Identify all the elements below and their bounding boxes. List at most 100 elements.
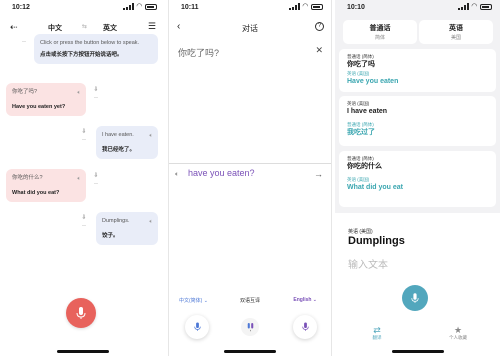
status-icons: ◠ — [457, 3, 492, 10]
conversation-panel-1: 10:12 ◠ ⇠ 中文 ⇆ 英文 ☰ Click or press the b… — [0, 0, 165, 356]
card-source-text: I have eaten — [347, 108, 388, 115]
message-original: I have eaten. — [102, 132, 134, 138]
language-a-button[interactable]: 普通话 简体 — [343, 20, 417, 44]
language-a-sub: 简体 — [374, 35, 385, 41]
arrow-right-icon[interactable]: → — [314, 169, 323, 179]
message-bubble: 你吃的什么? What did you eat? 🔈︎ — [6, 169, 86, 202]
source-area[interactable]: 你吃了吗? ✕ — [169, 40, 331, 164]
card-source-label: 英语 (美国) — [347, 101, 370, 106]
prompt-side-icons: ·· — [22, 39, 26, 45]
mic-button[interactable] — [402, 285, 428, 311]
source-language[interactable]: 中文 — [48, 23, 62, 33]
message-side-icons[interactable]: ⇩ ·· — [80, 128, 88, 144]
translate-icon: ⇄ — [373, 325, 381, 335]
target-language[interactable]: 英文 — [103, 23, 117, 33]
target-language-select[interactable]: English ⌄ — [293, 297, 317, 303]
card-source-label: 普通话 (简体) — [347, 54, 374, 59]
status-icons: ◠ — [288, 3, 323, 10]
message-bubble: Dumplings. 饺子。 🔈︎ — [96, 212, 158, 245]
signal-icon — [288, 3, 300, 10]
settings-icon[interactable]: ☰ — [148, 21, 156, 32]
home-indicator — [391, 350, 444, 353]
wifi-icon: ◠ — [471, 3, 477, 10]
message-side-icons[interactable]: ⇩ ·· — [80, 214, 88, 230]
battery-icon — [311, 3, 323, 10]
card-target-text: What did you eat — [347, 184, 403, 191]
speaker-icon[interactable]: 🔈︎ — [149, 132, 153, 140]
translation-card[interactable]: 普通话 (简体) 你吃的什么 英语 (美国) What did you eat — [339, 151, 496, 207]
tab-translate[interactable]: ⇄ 翻译 — [357, 325, 397, 341]
card-target-label: 英语 (美国) — [347, 71, 370, 76]
speaker-icon[interactable]: 🔈︎ — [77, 175, 81, 183]
battery-icon — [145, 3, 157, 10]
home-indicator — [56, 350, 109, 353]
status-bar: 10:12 ◠ — [0, 0, 165, 16]
card-source-text: 你吃的什么 — [347, 163, 382, 170]
mic-icon — [411, 292, 419, 303]
message-side-icons[interactable]: ⇩ ·· — [92, 172, 100, 188]
speaker-icon[interactable]: 🔈︎ — [149, 218, 153, 226]
live-text: Dumplings — [348, 235, 405, 247]
mic-icon — [247, 322, 253, 331]
translation-card[interactable]: 英语 (美国) I have eaten 普通话 (简体) 我吃过了 — [339, 96, 496, 146]
live-language-label: 英语 (美国) — [348, 229, 373, 235]
mic-icon — [76, 306, 86, 319]
battery-icon — [480, 3, 492, 10]
wifi-icon: ◠ — [302, 3, 308, 10]
dual-mic-button[interactable] — [241, 318, 259, 336]
status-time: 10:12 — [12, 4, 30, 11]
help-icon[interactable]: ? — [315, 22, 324, 31]
language-b-name: 英语 — [449, 25, 463, 32]
signal-icon — [122, 3, 134, 10]
input-sheet: 英语 (美国) Dumplings 输入文本 ⇄ 翻译 ★ 个人收藏 — [335, 213, 500, 356]
close-icon[interactable]: ✕ — [315, 45, 323, 56]
message-bubble: I have eaten. 我已经吃了。 🔈︎ — [96, 126, 158, 159]
message-translation: 我已经吃了。 — [102, 147, 136, 153]
translation-text: have you eaten? — [188, 168, 255, 178]
message-original: 你吃的什么? — [12, 175, 43, 181]
language-bar: 中文(简体) ⌄ 双语互译 English ⌄ — [169, 294, 331, 306]
mic-button[interactable] — [66, 298, 96, 328]
text-input[interactable]: 输入文本 — [348, 256, 388, 271]
message-translation: Have you eaten yet? — [12, 104, 66, 110]
mic-icon — [193, 322, 201, 331]
tab-favorites-label: 个人收藏 — [449, 335, 467, 340]
wifi-icon: ◠ — [136, 3, 142, 10]
swap-icon[interactable]: ⇆ — [82, 23, 87, 30]
source-text: 你吃了吗? — [178, 48, 220, 58]
target-mic-button[interactable] — [293, 315, 317, 339]
message-side-icons[interactable]: ⇩ ·· — [92, 86, 100, 102]
tab-favorites[interactable]: ★ 个人收藏 — [438, 325, 478, 341]
mic-icon — [301, 322, 309, 331]
card-target-label: 英语 (美国) — [347, 177, 370, 182]
source-mic-button[interactable] — [185, 315, 209, 339]
star-icon: ★ — [453, 325, 463, 335]
back-icon[interactable]: ⇠ — [10, 22, 18, 33]
status-time: 10:10 — [347, 4, 365, 11]
speaker-icon[interactable]: 🔈︎ — [77, 89, 81, 97]
status-bar: 10:11 ◠ — [169, 0, 331, 16]
message-original: Dumplings. — [102, 218, 130, 224]
message-translation: What did you eat? — [12, 190, 60, 196]
status-icons: ◠ — [122, 3, 157, 10]
status-bar: 10:10 ◠ — [335, 0, 500, 16]
language-b-sub: 美国 — [450, 35, 461, 41]
conversation-panel-3: 10:10 ◠ 普通话 简体 英语 美国 普通话 (简体) 你吃了吗 英语 (美… — [335, 0, 500, 356]
language-b-button[interactable]: 英语 美国 — [419, 20, 493, 44]
prompt-bubble: Click or press the button below to speak… — [34, 34, 158, 64]
card-source-label: 普通话 (简体) — [347, 156, 374, 161]
speaker-icon[interactable]: 🔈︎ — [175, 171, 179, 179]
tab-translate-label: 翻译 — [372, 335, 382, 340]
message-translation: 饺子。 — [102, 233, 119, 239]
card-source-text: 你吃了吗 — [347, 61, 375, 68]
status-time: 10:11 — [181, 4, 199, 11]
message-original: 你吃了吗? — [12, 89, 38, 95]
card-target-text: 我吃过了 — [347, 129, 375, 136]
translation-area: 🔈︎ have you eaten? → — [169, 165, 331, 285]
page-title: 对话 — [242, 24, 258, 33]
header: ‹ 对话 ? — [169, 20, 331, 36]
conversation-panel-2: 10:11 ◠ ‹ 对话 ? 你吃了吗? ✕ 🔈︎ have you eaten… — [168, 0, 332, 356]
card-target-text: Have you eaten — [347, 78, 399, 85]
translation-card[interactable]: 普通话 (简体) 你吃了吗 英语 (美国) Have you eaten — [339, 49, 496, 92]
message-bubble: 你吃了吗? Have you eaten yet? 🔈︎ — [6, 83, 86, 116]
